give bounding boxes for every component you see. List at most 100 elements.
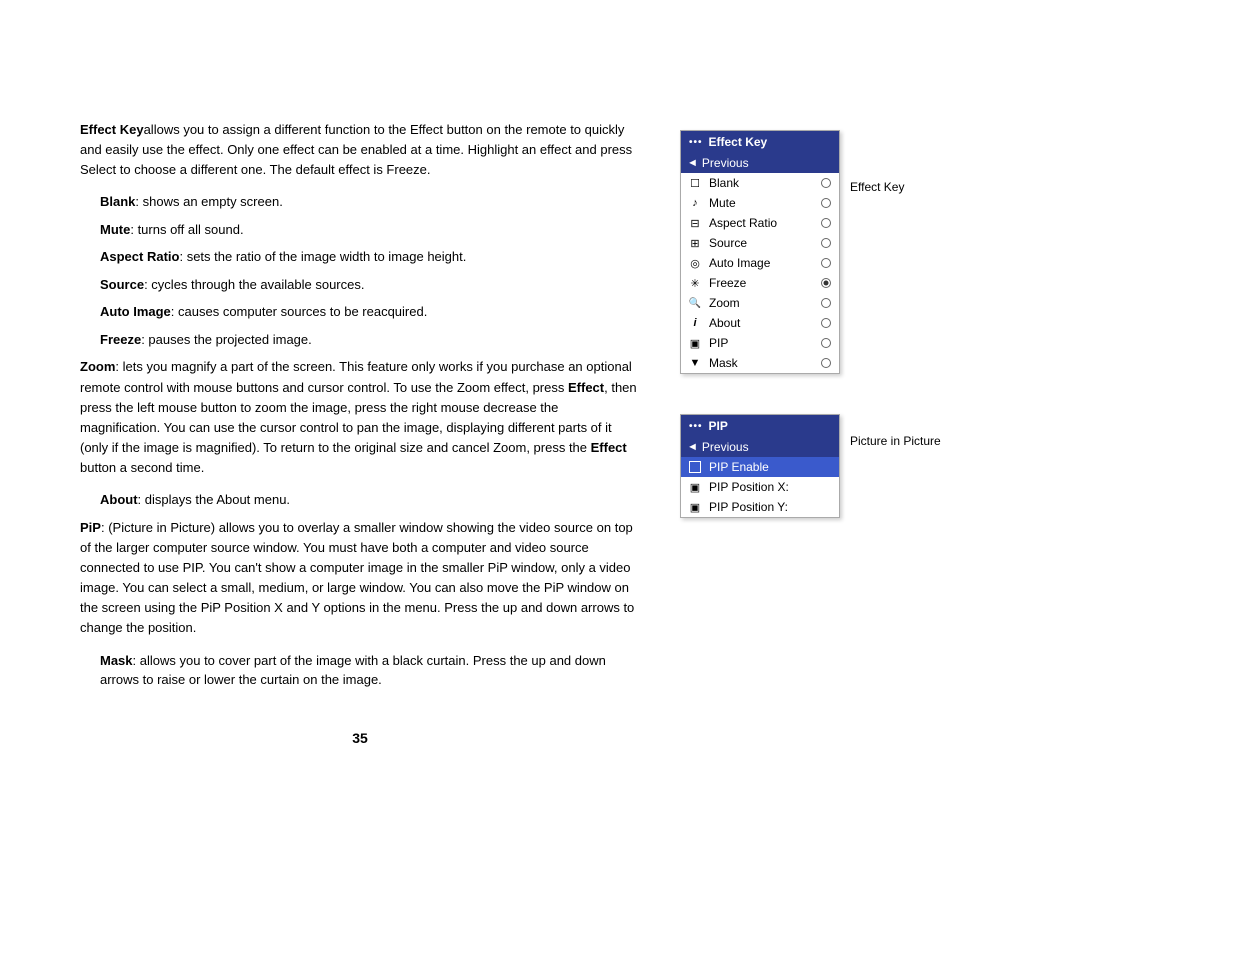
zoom-item-label: Zoom [709, 296, 815, 310]
auto-desc: : causes computer sources to be reacquir… [171, 304, 428, 319]
source-term: Source [100, 277, 144, 292]
previous-arrow-icon: ◄ [687, 157, 698, 169]
effect-key-item-source[interactable]: ⊞ Source [681, 233, 839, 253]
effect-key-item-about[interactable]: i About [681, 313, 839, 333]
pip-menu-title: PIP [709, 419, 728, 433]
mask-desc: : allows you to cover part of the image … [100, 653, 606, 688]
mute-item-label: Mute [709, 196, 815, 210]
about-radio [821, 318, 831, 328]
pip-menu-header: ••• PIP [681, 415, 839, 437]
mute-para: Mute: turns off all sound. [100, 220, 640, 240]
blank-item-label: Blank [709, 176, 815, 190]
pip-enable-icon [687, 460, 703, 474]
mute-term: Mute [100, 222, 130, 237]
pip-previous[interactable]: ◄ Previous [681, 437, 839, 457]
auto-para: Auto Image: causes computer sources to b… [100, 302, 640, 322]
pip-position-x-item[interactable]: ▣ PIP Position X: [681, 477, 839, 497]
aspect-radio [821, 218, 831, 228]
effect-key-menu-header: ••• Effect Key [681, 131, 839, 153]
effect-key-menu-title: Effect Key [709, 135, 768, 149]
mute-radio [821, 198, 831, 208]
auto-term: Auto Image [100, 304, 171, 319]
effect-key-item-aspect[interactable]: ⊟ Aspect Ratio [681, 213, 839, 233]
zoom-icon: 🔍 [687, 296, 703, 310]
mask-icon: ▼ [687, 356, 703, 370]
source-item-label: Source [709, 236, 815, 250]
about-icon: i [687, 316, 703, 330]
about-term: About [100, 492, 138, 507]
effect-key-item-pip[interactable]: ▣ PIP [681, 333, 839, 353]
pip-enable-item[interactable]: PIP Enable [681, 457, 839, 477]
freeze-term: Freeze [100, 332, 141, 347]
freeze-radio [821, 278, 831, 288]
right-column: ••• Effect Key ◄ Previous ☐ Blank ♪ Mute [680, 120, 1000, 746]
effect-key-para-text: allows you to assign a different functio… [80, 122, 632, 177]
freeze-item-label: Freeze [709, 276, 815, 290]
source-desc: : cycles through the available sources. [144, 277, 364, 292]
aspect-term: Aspect Ratio [100, 249, 179, 264]
blank-radio [821, 178, 831, 188]
pip-enable-label: PIP Enable [709, 460, 831, 474]
source-para: Source: cycles through the available sou… [100, 275, 640, 295]
effect-key-widget: ••• Effect Key ◄ Previous ☐ Blank ♪ Mute [680, 130, 904, 374]
effect-key-item-freeze[interactable]: ✳ Freeze [681, 273, 839, 293]
about-desc: : displays the About menu. [138, 492, 290, 507]
mask-radio [821, 358, 831, 368]
autoimage-radio [821, 258, 831, 268]
pip-term: PiP [80, 520, 101, 535]
aspect-item-label: Aspect Ratio [709, 216, 815, 230]
pip-menu: ••• PIP ◄ Previous PIP Enable ▣ [680, 414, 840, 518]
effect-key-item-zoom[interactable]: 🔍 Zoom [681, 293, 839, 313]
pip-widget: ••• PIP ◄ Previous PIP Enable ▣ [680, 414, 941, 518]
mask-item-label: Mask [709, 356, 815, 370]
blank-desc: : shows an empty screen. [135, 194, 282, 209]
pip-radio [821, 338, 831, 348]
pip-item-label: PIP [709, 336, 815, 350]
pip-position-y-item[interactable]: ▣ PIP Position Y: [681, 497, 839, 517]
effect-key-item-mask[interactable]: ▼ Mask [681, 353, 839, 373]
about-item-label: About [709, 316, 815, 330]
zoom-term: Zoom [80, 359, 115, 374]
pip-icon: ▣ [687, 336, 703, 350]
mask-term: Mask [100, 653, 133, 668]
effect-key-previous-label: Previous [702, 156, 749, 170]
pip-position-x-icon: ▣ [687, 480, 703, 494]
freeze-icon: ✳ [687, 276, 703, 290]
effect-key-item-blank[interactable]: ☐ Blank [681, 173, 839, 193]
blank-para: Blank: shows an empty screen. [100, 192, 640, 212]
effect-key-term: Effect Key [80, 122, 144, 137]
pip-enable-checkbox [689, 461, 701, 473]
zoom-para: Zoom: lets you magnify a part of the scr… [80, 357, 640, 478]
source-icon: ⊞ [687, 236, 703, 250]
about-para: About: displays the About menu. [100, 490, 640, 510]
mute-icon: ♪ [687, 196, 703, 210]
pip-previous-arrow-icon: ◄ [687, 441, 698, 453]
zoom-desc: : lets you magnify a part of the screen.… [80, 359, 637, 475]
aspect-icon: ⊟ [687, 216, 703, 230]
blank-icon: ☐ [687, 176, 703, 190]
effect-key-item-autoimage[interactable]: ◎ Auto Image [681, 253, 839, 273]
blank-term: Blank [100, 194, 135, 209]
effect-key-item-mute[interactable]: ♪ Mute [681, 193, 839, 213]
aspect-desc: : sets the ratio of the image width to i… [179, 249, 466, 264]
pip-position-y-icon: ▣ [687, 500, 703, 514]
body-text-column: Effect Keyallows you to assign a differe… [80, 120, 640, 746]
menu-dots: ••• [689, 137, 703, 148]
effect-key-menu: ••• Effect Key ◄ Previous ☐ Blank ♪ Mute [680, 130, 840, 374]
zoom-radio [821, 298, 831, 308]
effect-key-previous[interactable]: ◄ Previous [681, 153, 839, 173]
mask-para: Mask: allows you to cover part of the im… [100, 651, 640, 690]
effect-key-side-label: Effect Key [850, 130, 904, 194]
freeze-para: Freeze: pauses the projected image. [100, 330, 640, 350]
autoimage-item-label: Auto Image [709, 256, 815, 270]
pip-desc: : (Picture in Picture) allows you to ove… [80, 520, 634, 636]
pip-position-x-label: PIP Position X: [709, 480, 831, 494]
mute-desc: : turns off all sound. [130, 222, 243, 237]
effect-key-para: Effect Keyallows you to assign a differe… [80, 120, 640, 180]
page-number: 35 [80, 730, 640, 746]
freeze-desc: : pauses the projected image. [141, 332, 312, 347]
source-radio [821, 238, 831, 248]
pip-para: PiP: (Picture in Picture) allows you to … [80, 518, 640, 639]
pip-previous-label: Previous [702, 440, 749, 454]
autoimage-icon: ◎ [687, 256, 703, 270]
